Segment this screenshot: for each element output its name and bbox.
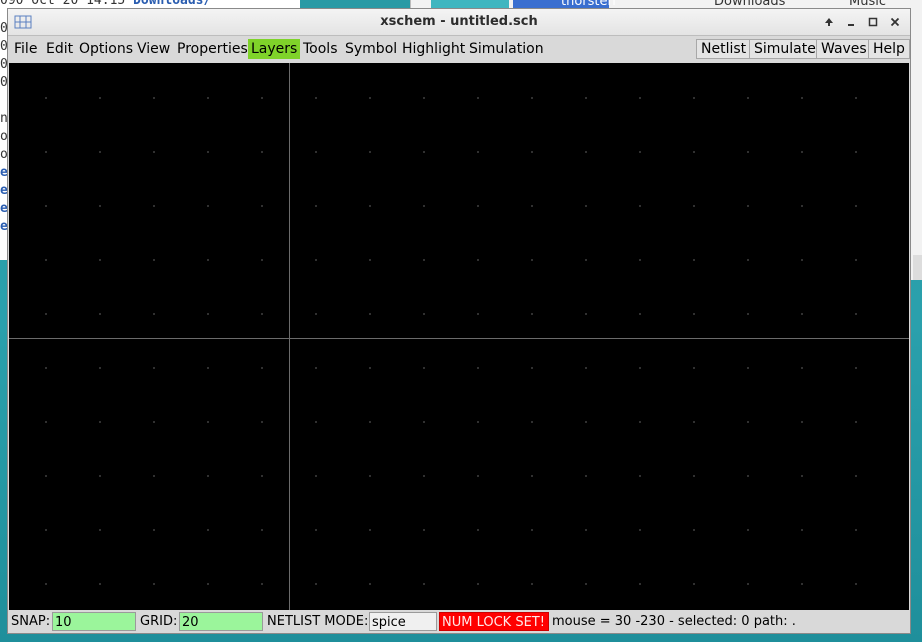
menu-simulation[interactable]: Simulation bbox=[466, 39, 547, 59]
netlist-mode-field[interactable]: spice bbox=[369, 612, 437, 631]
menu-properties[interactable]: Properties bbox=[174, 39, 251, 59]
simulate-button[interactable]: Simulate bbox=[749, 39, 821, 59]
close-icon[interactable] bbox=[886, 13, 904, 31]
menu-symbol[interactable]: Symbol bbox=[342, 39, 400, 59]
schematic-canvas[interactable] bbox=[9, 63, 909, 612]
minimize-icon[interactable] bbox=[842, 13, 860, 31]
menu-layers[interactable]: Layers bbox=[248, 39, 301, 59]
mouse-info-text: mouse = 30 -230 - selected: 0 path: . bbox=[552, 614, 796, 629]
menu-highlight[interactable]: Highlight bbox=[399, 39, 468, 59]
file-manager-tab bbox=[431, 0, 509, 8]
grid-label: GRID: bbox=[140, 614, 178, 629]
menu-edit[interactable]: Edit bbox=[43, 39, 76, 59]
menu-options[interactable]: Options bbox=[76, 39, 136, 59]
num-lock-warning-badge: NUM LOCK SET! bbox=[439, 612, 549, 631]
terminal-line: 090 Oct 20 14:15 Downloads/ bbox=[0, 0, 212, 8]
title-bar[interactable]: xschem - untitled.sch bbox=[8, 9, 910, 36]
menu-view[interactable]: View bbox=[134, 39, 173, 59]
snap-field[interactable]: 10 bbox=[52, 612, 136, 631]
menu-tools[interactable]: Tools bbox=[300, 39, 341, 59]
shade-icon[interactable] bbox=[820, 13, 838, 31]
grid-field[interactable]: 20 bbox=[179, 612, 263, 631]
window-controls bbox=[820, 13, 904, 31]
menu-file[interactable]: File bbox=[11, 39, 40, 59]
snap-label: SNAP: bbox=[11, 614, 51, 629]
waves-button[interactable]: Waves bbox=[816, 39, 872, 59]
maximize-icon[interactable] bbox=[864, 13, 882, 31]
xschem-window: xschem - untitled.sch File Edit Options … bbox=[7, 8, 911, 634]
netlist-mode-label: NETLIST MODE: bbox=[267, 614, 369, 629]
netlist-button[interactable]: Netlist bbox=[696, 39, 752, 59]
canvas-x-axis bbox=[9, 338, 909, 339]
help-button[interactable]: Help bbox=[868, 39, 910, 59]
window-title: xschem - untitled.sch bbox=[380, 14, 538, 29]
status-bar: SNAP: 10 GRID: 20 NETLIST MODE: spice NU… bbox=[8, 610, 910, 633]
file-manager-scrollbar[interactable] bbox=[913, 255, 922, 280]
menu-bar: File Edit Options View Properties Layers… bbox=[8, 36, 910, 62]
